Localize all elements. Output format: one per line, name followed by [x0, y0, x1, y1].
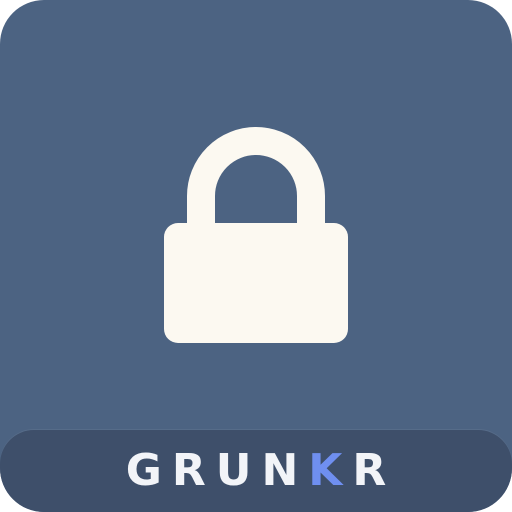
padlock-shackle	[187, 127, 325, 232]
wordmark-accent-letter: K	[308, 445, 353, 496]
brand-wordmark: GRUN K R	[0, 430, 512, 512]
wordmark-part-2: R	[352, 445, 397, 496]
wordmark-band: GRUN K R	[0, 430, 512, 512]
padlock-body	[164, 223, 348, 343]
wordmark-part-1: GRUN	[125, 445, 309, 496]
app-icon: GRUN K R	[0, 0, 512, 512]
